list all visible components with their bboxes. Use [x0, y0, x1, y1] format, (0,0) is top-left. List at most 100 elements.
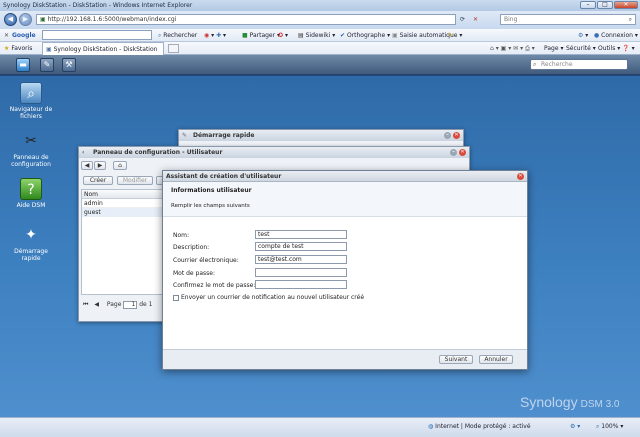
page-number-input[interactable]: 1: [123, 300, 138, 309]
stop-icon[interactable]: ✕: [473, 15, 478, 24]
sidewiki-button[interactable]: ▤ Sidewiki ▾: [298, 31, 335, 40]
wizard-instructions: Remplir les champs suivants: [171, 203, 250, 209]
star-icon: ★: [4, 45, 10, 52]
internet-zone[interactable]: ◍ Internet | Mode protégé : activé: [428, 422, 531, 431]
modify-button[interactable]: Modifier: [117, 176, 153, 185]
table-row[interactable]: guest: [82, 208, 162, 217]
cancel-button[interactable]: Annuler: [479, 355, 513, 364]
google-toolbar: ✕ Google ⌕ Rechercher ◉ ▾ ✚ ▾ ■ Partager…: [0, 29, 640, 42]
browser-tab[interactable]: ▣ Synology DiskStation - DiskStation: [42, 42, 164, 55]
connect-button[interactable]: ● Connexion ▾: [594, 31, 638, 40]
search-icon[interactable]: ⌕: [629, 15, 632, 24]
quickstart-title-bar[interactable]: ✎ Démarrage rapide – ✕: [179, 130, 463, 141]
pencil-button[interactable]: ✎: [448, 31, 453, 40]
page-icon: ▣: [40, 16, 48, 23]
back-icon[interactable]: ◀: [4, 13, 17, 26]
maximize-button[interactable]: □: [597, 1, 613, 9]
wizard-close-icon[interactable]: ✕: [517, 173, 524, 180]
spellcheck-icon: ✔: [340, 32, 346, 39]
new-tab-button[interactable]: [168, 44, 179, 53]
taskbar-control-panel-icon[interactable]: ✎: [40, 58, 54, 72]
wizard-header: Informations utilisateur Remplir les cha…: [163, 182, 527, 217]
tools-icon: ✂: [25, 133, 37, 149]
email-input[interactable]: test@test.com: [255, 255, 347, 264]
close-window-button[interactable]: ✕: [614, 1, 638, 9]
help-icon: ?: [20, 178, 42, 200]
first-page-icon[interactable]: ⏮: [83, 301, 88, 308]
name-input[interactable]: test: [255, 230, 347, 239]
zone-label: Internet | Mode protégé : activé: [435, 423, 531, 430]
spellcheck-button[interactable]: ✔ Orthographe ▾: [340, 31, 390, 40]
share-icon: ■: [242, 32, 248, 39]
toolbar-close-icon[interactable]: ✕: [4, 31, 9, 40]
close-icon[interactable]: ✕: [459, 149, 466, 156]
forward-icon[interactable]: ▶: [19, 13, 32, 26]
bookmark-button[interactable]: ✪ ▾: [278, 31, 288, 40]
help-menu-icon[interactable]: ❓: [622, 45, 629, 52]
security-menu[interactable]: Sécurité ▾: [566, 44, 596, 53]
description-input[interactable]: compte de test: [255, 242, 347, 251]
control-panel-title-bar[interactable]: ‹ Panneau de configuration - Utilisateur…: [79, 147, 469, 158]
user-creation-wizard[interactable]: Assistant de création d'utilisateur ✕ In…: [162, 170, 528, 370]
zoom-icon: ⌕: [596, 423, 600, 430]
settings-button[interactable]: ⚙ ▾: [578, 31, 588, 40]
home-button[interactable]: ⌂ ▾ ▣ ▾ ✉ ▾ ⎙ ▾: [490, 44, 535, 53]
nav-forward-button[interactable]: ▶: [94, 161, 106, 170]
back-arrow-icon[interactable]: ‹: [82, 147, 84, 158]
wizard-title-bar[interactable]: Assistant de création d'utilisateur ✕: [163, 171, 527, 182]
zoom-control[interactable]: ⌕ 100% ▾: [596, 422, 623, 431]
desktop-icon-quickstart[interactable]: ✦ Démarrage rapide: [6, 224, 56, 262]
taskbar-quickstart-icon[interactable]: ⚒: [62, 58, 76, 72]
table-row[interactable]: admin: [82, 199, 162, 208]
password-input[interactable]: [255, 268, 347, 277]
search-button[interactable]: ⌕ Rechercher: [158, 31, 197, 40]
minimize-icon[interactable]: –: [450, 149, 457, 156]
pencil-icon: ✎: [448, 32, 454, 39]
wand-icon: ✦: [25, 227, 37, 243]
next-button[interactable]: Suivant: [439, 355, 473, 364]
close-icon[interactable]: ✕: [453, 132, 460, 139]
brand-name: Synology: [520, 394, 578, 410]
user-icon: ●: [594, 32, 600, 39]
dsm-search-placeholder: Recherche: [541, 61, 573, 68]
minimize-icon[interactable]: –: [444, 132, 451, 139]
desktop-icon-control-panel[interactable]: ✂ Panneau de configuration: [6, 130, 56, 168]
nav-back-button[interactable]: ◀: [81, 161, 93, 170]
favorites-button[interactable]: ★ Favoris: [4, 44, 32, 53]
search-input[interactable]: Bing ⌕: [500, 14, 636, 25]
quickstart-title: Démarrage rapide: [193, 132, 255, 139]
tools-menu[interactable]: Outils ▾ ❓ ▾: [598, 44, 635, 53]
notify-checkbox-label: Envoyer un courrier de notification au n…: [181, 294, 365, 301]
desktop-icon-file-browser[interactable]: ⌕ Navigateur de fichiers: [6, 82, 56, 120]
protected-mode-icon[interactable]: ⚙ ▾: [570, 422, 580, 431]
google-search-input[interactable]: [42, 30, 152, 40]
home-icon[interactable]: ⌂: [113, 161, 127, 170]
favorites-label: Favoris: [11, 45, 33, 52]
desktop-icon-label: Navigateur de fichiers: [9, 106, 53, 120]
brand-version: DSM 3.0: [580, 399, 620, 410]
bookmark-icon: ✪: [278, 32, 284, 39]
share-button[interactable]: ■ Partager ▾: [242, 31, 280, 40]
refresh-icon[interactable]: ⟳: [460, 15, 465, 24]
extras-button[interactable]: ◉ ▾ ✚ ▾: [204, 31, 226, 40]
sidewiki-icon: ▤: [298, 32, 304, 39]
column-header-name[interactable]: Nom: [82, 190, 162, 199]
wizard-title: Assistant de création d'utilisateur: [166, 173, 282, 180]
prev-page-icon[interactable]: ◀: [94, 301, 99, 308]
dsm-menu-icon[interactable]: ▬: [16, 58, 30, 72]
desktop-icon-label: Panneau de configuration: [11, 154, 51, 168]
desktop-icon-help[interactable]: ? Aide DSM: [6, 178, 56, 209]
confirm-password-input[interactable]: [255, 280, 347, 289]
share-btn-label: Partager: [249, 32, 276, 39]
create-button[interactable]: Créer: [83, 176, 113, 185]
dsm-search-input[interactable]: ⌕ Recherche: [530, 59, 628, 70]
security-menu-label: Sécurité: [566, 45, 591, 52]
notify-checkbox[interactable]: [173, 294, 179, 301]
page-menu[interactable]: Page ▾: [544, 44, 563, 53]
password-label: Mot de passe:: [173, 270, 215, 277]
window-title: Synology DiskStation - DiskStation - Win…: [3, 2, 193, 9]
autofill-icon: ▣: [392, 32, 398, 39]
address-input[interactable]: ▣ http://192.168.1.6:5000/webman/index.c…: [36, 14, 456, 25]
synology-logo: Synology DSM 3.0: [520, 394, 620, 410]
minimize-button[interactable]: –: [580, 1, 596, 9]
